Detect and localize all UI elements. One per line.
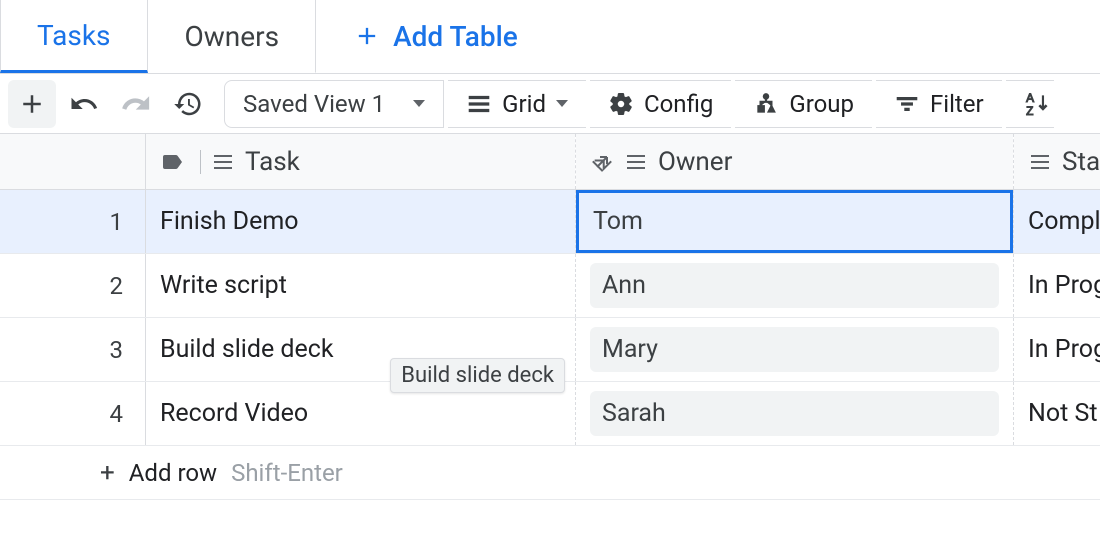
- column-status-label: Sta: [1062, 147, 1100, 177]
- filter-button[interactable]: Filter: [876, 80, 1002, 128]
- cell-owner-value: Mary: [590, 327, 999, 372]
- column-owner-label: Owner: [658, 147, 732, 177]
- tooltip: Build slide deck: [390, 358, 565, 393]
- group-label: Group: [789, 90, 854, 118]
- add-row-shortcut: Shift-Enter: [231, 459, 343, 487]
- column-task-label: Task: [245, 147, 300, 177]
- tab-tasks-label: Tasks: [37, 19, 111, 52]
- cell-task[interactable]: Write script: [146, 254, 576, 317]
- group-icon: [753, 91, 779, 117]
- cell-owner[interactable]: Ann: [576, 254, 1014, 317]
- history-button[interactable]: [164, 80, 212, 128]
- column-header-status[interactable]: Sta: [1014, 134, 1100, 189]
- add-row: + Add row Shift-Enter: [0, 446, 1100, 500]
- cell-owner[interactable]: Mary: [576, 318, 1014, 381]
- row-number[interactable]: 3: [0, 318, 146, 381]
- gear-icon: [608, 91, 634, 117]
- lookup-icon: [590, 150, 614, 174]
- row-number[interactable]: 4: [0, 382, 146, 445]
- cell-owner-value: Sarah: [590, 391, 999, 436]
- cell-owner[interactable]: Tom: [576, 190, 1014, 253]
- column-header-owner[interactable]: Owner: [576, 134, 1013, 189]
- plus-icon: +: [100, 458, 115, 488]
- config-button[interactable]: Config: [590, 80, 731, 128]
- plus-icon: [17, 89, 47, 119]
- saved-view-dropdown[interactable]: Saved View 1: [224, 80, 444, 128]
- chevron-down-icon: [413, 100, 425, 107]
- sort-button[interactable]: AZ: [1006, 80, 1054, 128]
- list-icon: [466, 91, 492, 117]
- table-row[interactable]: 1 Finish Demo Tom Compl: [0, 190, 1100, 254]
- add-row-button[interactable]: + Add row Shift-Enter: [100, 458, 343, 488]
- undo-button[interactable]: [60, 80, 108, 128]
- add-table-label: Add Table: [393, 20, 518, 53]
- redo-button[interactable]: [112, 80, 160, 128]
- toolbar: Saved View 1 Grid Config Group Filter AZ: [0, 74, 1100, 134]
- cell-status[interactable]: Not St: [1014, 382, 1100, 445]
- add-row-label: Add row: [129, 459, 217, 487]
- tab-tasks[interactable]: Tasks: [0, 0, 148, 73]
- cell-status[interactable]: In Prog: [1014, 254, 1100, 317]
- cell-owner-value: Tom: [576, 190, 1013, 253]
- text-icon: [624, 150, 648, 174]
- label-icon: [160, 150, 184, 174]
- redo-icon: [121, 89, 151, 119]
- text-icon: [1028, 150, 1052, 174]
- divider: [200, 150, 201, 174]
- svg-text:A: A: [1026, 91, 1034, 105]
- cell-owner[interactable]: Sarah: [576, 382, 1014, 445]
- add-button[interactable]: [8, 80, 56, 128]
- undo-icon: [69, 89, 99, 119]
- tab-owners[interactable]: Owners: [148, 0, 317, 73]
- cell-task[interactable]: Record Video Build slide deck: [146, 382, 576, 445]
- svg-text:Z: Z: [1026, 103, 1033, 116]
- filter-label: Filter: [930, 90, 984, 118]
- plus-icon: [353, 22, 381, 50]
- table-tabs: Tasks Owners Add Table: [0, 0, 1100, 74]
- table-row[interactable]: 4 Record Video Build slide deck Sarah No…: [0, 382, 1100, 446]
- row-number[interactable]: 2: [0, 254, 146, 317]
- rownum-header[interactable]: [0, 134, 145, 189]
- sort-icon: AZ: [1024, 91, 1050, 117]
- layout-grid-label: Grid: [502, 90, 546, 118]
- cell-task-value: Record Video: [160, 399, 308, 428]
- add-table-button[interactable]: Add Table: [316, 0, 555, 73]
- config-label: Config: [644, 90, 713, 118]
- cell-owner-value: Ann: [590, 263, 999, 308]
- group-button[interactable]: Group: [735, 80, 872, 128]
- chevron-down-icon: [556, 100, 568, 107]
- column-header-task[interactable]: Task: [146, 134, 575, 189]
- row-number[interactable]: 1: [0, 190, 146, 253]
- tab-owners-label: Owners: [185, 20, 280, 53]
- layout-grid-button[interactable]: Grid: [448, 80, 586, 128]
- table-column-headers: Task Owner Sta: [0, 134, 1100, 190]
- filter-icon: [894, 91, 920, 117]
- cell-task[interactable]: Finish Demo: [146, 190, 576, 253]
- history-icon: [173, 89, 203, 119]
- cell-status[interactable]: In Prog: [1014, 318, 1100, 381]
- cell-status[interactable]: Compl: [1014, 190, 1100, 253]
- text-icon: [211, 150, 235, 174]
- table-row[interactable]: 2 Write script Ann In Prog: [0, 254, 1100, 318]
- saved-view-label: Saved View 1: [243, 90, 385, 118]
